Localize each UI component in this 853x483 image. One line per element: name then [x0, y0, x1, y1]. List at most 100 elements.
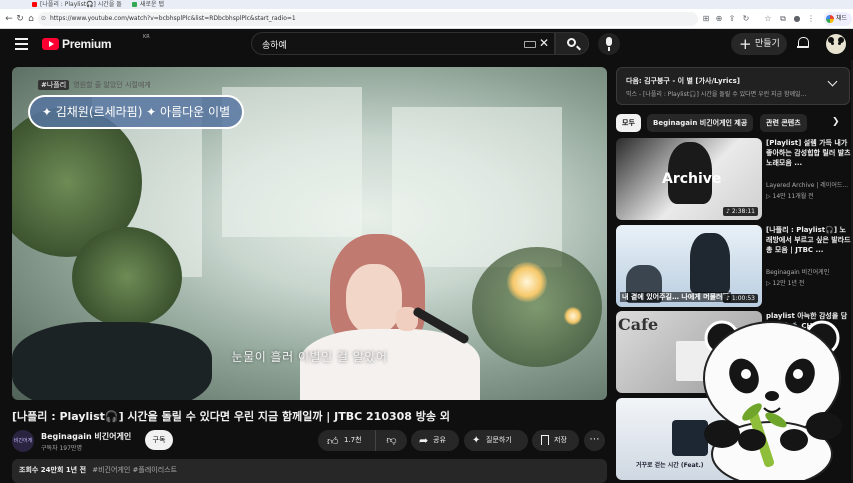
search-input[interactable]: 송하예 ✕ — [251, 32, 555, 55]
recommendation-thumbnail[interactable]: Archive ♪ 2:38:11 — [616, 138, 762, 220]
clear-search-icon[interactable]: ✕ — [539, 36, 549, 50]
youtube-play-icon — [42, 38, 59, 50]
user-avatar-panda[interactable] — [826, 34, 846, 54]
video-duration: ♪ 2:38:11 — [723, 207, 758, 216]
plant-foliage — [72, 227, 182, 327]
description-box[interactable]: 조회수 24만회 1년 전 #비긴어게인 #플레이리스트 — [12, 459, 607, 483]
recommendation-channel[interactable]: Beginagain 비긴어게인 — [766, 267, 853, 276]
overlay-hashtag: #나플리 — [38, 80, 70, 90]
up-next-subtitle: 믹스 - [나플리 : Playlist🎧] 시간을 돌릴 수 있다면 우린 지… — [626, 91, 807, 98]
save-label: 저장 — [554, 436, 567, 444]
thumbnail-caption: 내 곁에 있어주길… 나에게 머물러줘 — [620, 292, 731, 302]
save-button[interactable]: 저장 — [532, 430, 579, 451]
description-hashtags[interactable]: #비긴어게인 #플레이리스트 — [92, 466, 177, 474]
site-info-icon[interactable]: ⊙ — [41, 12, 46, 26]
gemini-label: 채드 — [836, 15, 848, 22]
recommendation-title: [나플리 : Playlist🎧] 노래방에서 부르고 싶은 발라드 총 모음 … — [766, 226, 851, 254]
recommendation-item[interactable]: 내 곁에 있어주길… 나에게 머물러줘 ♪ 1:00:53 [나플리 : Pla… — [616, 225, 853, 307]
video-title: [나플리 : Playlist🎧] 시간을 돌릴 수 있다면 우린 지금 함께일… — [12, 410, 450, 423]
like-dislike-group: 👍︎ 1.7천 👎︎ — [318, 430, 407, 451]
refresh-icon[interactable]: ↻ — [740, 13, 752, 25]
video-player[interactable]: #나플리 영원할 줄 알았던 시절에게 ✦ 김채원(르세라핌) ✦ 아름다운 이별… — [12, 67, 607, 400]
address-bar[interactable]: ⊙ https://www.youtube.com/watch?v=bcbhsp… — [38, 12, 698, 26]
youtube-header: Premium KR 송하예 ✕ + 만들기 — [0, 29, 853, 59]
chevron-down-icon[interactable] — [827, 76, 838, 87]
more-actions-icon[interactable]: ⋯ — [584, 430, 605, 451]
thumbnail-figure — [690, 233, 730, 293]
voice-search-mic-icon[interactable] — [598, 33, 620, 55]
recommendation-title: [Playlist] 설렘 가득 내가 좋아하는 감성힙합 릴러 발츠 노래모음… — [766, 139, 851, 167]
notifications-bell-icon[interactable] — [797, 37, 809, 50]
dislike-button[interactable]: 👎︎ — [376, 430, 407, 451]
recommendation-channel[interactable]: Layered Archive | 레이어드... — [766, 180, 853, 189]
recommendation-thumbnail[interactable]: 내 곁에 있어주길… 나에게 머물러줘 ♪ 1:00:53 — [616, 225, 762, 307]
like-button[interactable]: 👍︎ 1.7천 — [318, 430, 376, 451]
recommendation-meta: ▷ 14만 11개월 전 — [766, 193, 814, 200]
zoom-icon[interactable]: ⊕ — [713, 13, 725, 25]
translate-icon[interactable]: ⊞ — [700, 13, 712, 25]
thumbs-up-icon: 👍︎ — [327, 435, 339, 448]
region-code: KR — [143, 34, 150, 40]
thumbnail-caption: Cafe — [618, 315, 659, 334]
chip-related[interactable]: 관련 콘텐츠 — [760, 114, 807, 132]
share-arrow-icon: ➦ — [419, 434, 429, 447]
thumbnail-caption: 거꾸로 걷는 시간 (Feat.) — [636, 462, 704, 469]
browser-toolbar: ← ↻ ⌂ ⊙ https://www.youtube.com/watch?v=… — [0, 9, 853, 29]
browser-tab-strip: [나플리 : Playlist🎧] 시간을 돌 새로운 탭 — [0, 0, 853, 9]
gemini-icon — [826, 15, 834, 23]
browser-tab-youtube[interactable]: [나플리 : Playlist🎧] 시간을 돌 — [30, 0, 125, 9]
share-label: 공유 — [433, 436, 446, 444]
extensions-icon[interactable]: ⧉ — [777, 13, 789, 25]
logo-text: Premium — [62, 37, 112, 51]
channel-avatar[interactable]: 비긴어게인 — [12, 430, 34, 452]
view-count-date: 조회수 24만회 1년 전 — [19, 466, 87, 474]
plus-icon: + — [739, 35, 752, 53]
keyboard-icon[interactable] — [524, 41, 536, 48]
thumbs-down-icon: 👎︎ — [386, 435, 397, 446]
panda-sticker — [703, 320, 842, 480]
browser-tab-title: [나플리 : Playlist🎧] 시간을 돌 — [40, 1, 122, 8]
video-overlay-title: ✦ 김채원(르세라핌) ✦ 아름다운 이별 — [28, 95, 244, 129]
like-count: 1.7천 — [344, 436, 362, 444]
recommendation-item[interactable]: Archive ♪ 2:38:11 [Playlist] 설렘 가득 내가 좋아… — [616, 138, 853, 220]
share-button[interactable]: ➦ 공유 — [411, 430, 459, 451]
overlay-tagline: 영원할 줄 알았던 시절에게 — [73, 81, 151, 89]
search-icon — [567, 38, 576, 47]
window-light — [392, 107, 562, 267]
singer-face — [346, 264, 402, 334]
subscriber-count: 구독자 197만명 — [41, 445, 82, 452]
gemini-chip[interactable]: 채드 — [824, 12, 852, 26]
url-text: https://www.youtube.com/watch?v=bcbhsplP… — [50, 15, 296, 22]
up-next-mix-panel[interactable]: 다음: 김구붕구 - 이 별 [가사/Lyrics] 믹스 - [나플리 : P… — [616, 67, 850, 105]
sparkle-icon: ✦ — [472, 435, 481, 446]
home-icon[interactable]: ⌂ — [25, 13, 37, 25]
create-label: 만들기 — [755, 39, 780, 49]
bookmark-star-icon[interactable]: ☆ — [762, 13, 774, 25]
search-button[interactable] — [555, 32, 589, 55]
bokeh-light — [564, 307, 582, 325]
create-button[interactable]: + 만들기 — [731, 33, 787, 55]
search-query: 송하예 — [262, 41, 287, 51]
recommendation-meta: ▷ 12만 1년 전 — [766, 280, 805, 287]
chip-channel[interactable]: Beginagain 비긴어게인 제공 — [647, 114, 754, 132]
tab-favicon-icon — [132, 2, 137, 7]
subscribe-button[interactable]: 구독 — [145, 430, 173, 450]
youtube-favicon-icon — [32, 2, 37, 7]
ask-button[interactable]: ✦ 질문하기 — [464, 430, 528, 451]
save-playlist-icon — [541, 435, 549, 445]
bokeh-light — [507, 262, 547, 302]
account-icon[interactable]: ● — [791, 13, 803, 25]
thumbnail-caption: Archive — [662, 171, 722, 187]
video-overlay-tag: #나플리 영원할 줄 알았던 시절에게 — [38, 80, 151, 92]
ask-label: 질문하기 — [486, 436, 512, 444]
chip-all[interactable]: 모두 — [616, 114, 641, 132]
chevron-right-icon[interactable]: ❯ — [832, 117, 840, 127]
video-duration: ♪ 1:00:53 — [723, 294, 758, 303]
channel-name[interactable]: Beginagain 비긴어게인 — [41, 431, 131, 442]
browser-tab-title: 새로운 탭 — [140, 1, 164, 8]
share-page-icon[interactable]: ⇪ — [726, 13, 738, 25]
filter-chips: 모두 Beginagain 비긴어게인 제공 관련 콘텐츠 ❯ — [616, 114, 853, 132]
browser-tab-new[interactable]: 새로운 탭 — [130, 0, 225, 9]
menu-dots-icon[interactable]: ⋮ — [805, 13, 817, 25]
hamburger-menu-icon[interactable] — [15, 38, 28, 50]
